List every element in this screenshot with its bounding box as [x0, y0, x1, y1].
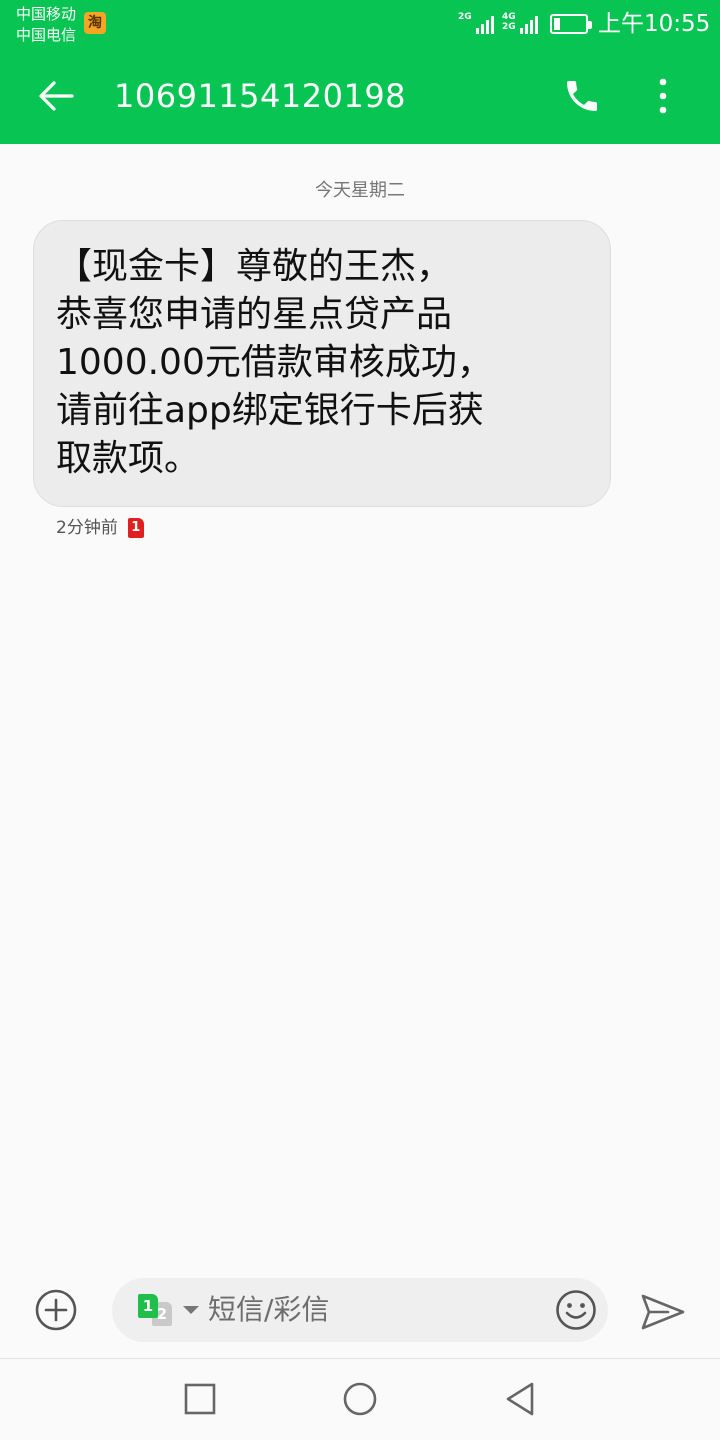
message-text: 【现金卡】尊敬的王杰， 恭喜您申请的星点贷产品 1000.00元借款审核成功， … — [56, 246, 493, 479]
plus-circle-icon[interactable] — [34, 1288, 78, 1332]
triangle-back-icon[interactable] — [500, 1379, 540, 1419]
message-meta: 2分钟前 1 — [56, 516, 144, 540]
phone-icon[interactable] — [562, 76, 602, 116]
battery-icon — [550, 14, 592, 34]
network-2-top-label: 4G — [502, 12, 516, 22]
sim-1-badge: 1 — [127, 518, 144, 538]
top-bar: 中国移动 中国电信 淘 2G 4G 2G 上午10:55 10691154120… — [0, 0, 720, 144]
signal-1-icon: 2G — [458, 12, 494, 34]
circle-icon[interactable] — [340, 1379, 380, 1419]
input-placeholder: 短信/彩信 — [208, 1293, 330, 1326]
square-icon[interactable] — [180, 1379, 220, 1419]
message-time: 2分钟前 — [56, 518, 118, 538]
chevron-down-icon[interactable] — [182, 1304, 200, 1316]
status-bar: 中国移动 中国电信 淘 2G 4G 2G 上午10:55 — [0, 0, 720, 48]
carrier-info: 中国移动 中国电信 — [16, 4, 76, 46]
message-bubble[interactable]: 【现金卡】尊敬的王杰， 恭喜您申请的星点贷产品 1000.00元借款审核成功， … — [33, 220, 611, 507]
signal-2-icon: 4G 2G — [502, 12, 538, 34]
taobao-notification-icon: 淘 — [84, 12, 106, 34]
send-icon[interactable] — [640, 1292, 686, 1332]
network-1-label: 2G — [458, 12, 472, 22]
date-separator: 今天星期二 — [315, 180, 405, 201]
network-2-bottom-label: 2G — [502, 22, 516, 32]
arrow-left-icon[interactable] — [36, 76, 76, 116]
carrier-2: 中国电信 — [16, 26, 77, 44]
contact-number-title: 10691154120198 — [114, 77, 407, 115]
sms-conversation-screen: 中国移动 中国电信 淘 2G 4G 2G 上午10:55 10691154120… — [0, 0, 720, 1440]
carrier-1: 中国移动 — [16, 5, 77, 23]
message-input[interactable]: 2 1 短信/彩信 — [112, 1278, 608, 1342]
sim-1-indicator: 1 — [138, 1294, 158, 1318]
smiley-icon[interactable] — [554, 1288, 598, 1332]
composer-bar: 2 1 短信/彩信 — [0, 1270, 720, 1358]
more-vertical-icon[interactable] — [648, 76, 678, 116]
system-nav-bar — [0, 1358, 720, 1440]
conversation-header: 10691154120198 — [0, 48, 720, 144]
sim-switch-button[interactable]: 2 1 — [138, 1294, 178, 1326]
status-time: 上午10:55 — [598, 11, 711, 37]
